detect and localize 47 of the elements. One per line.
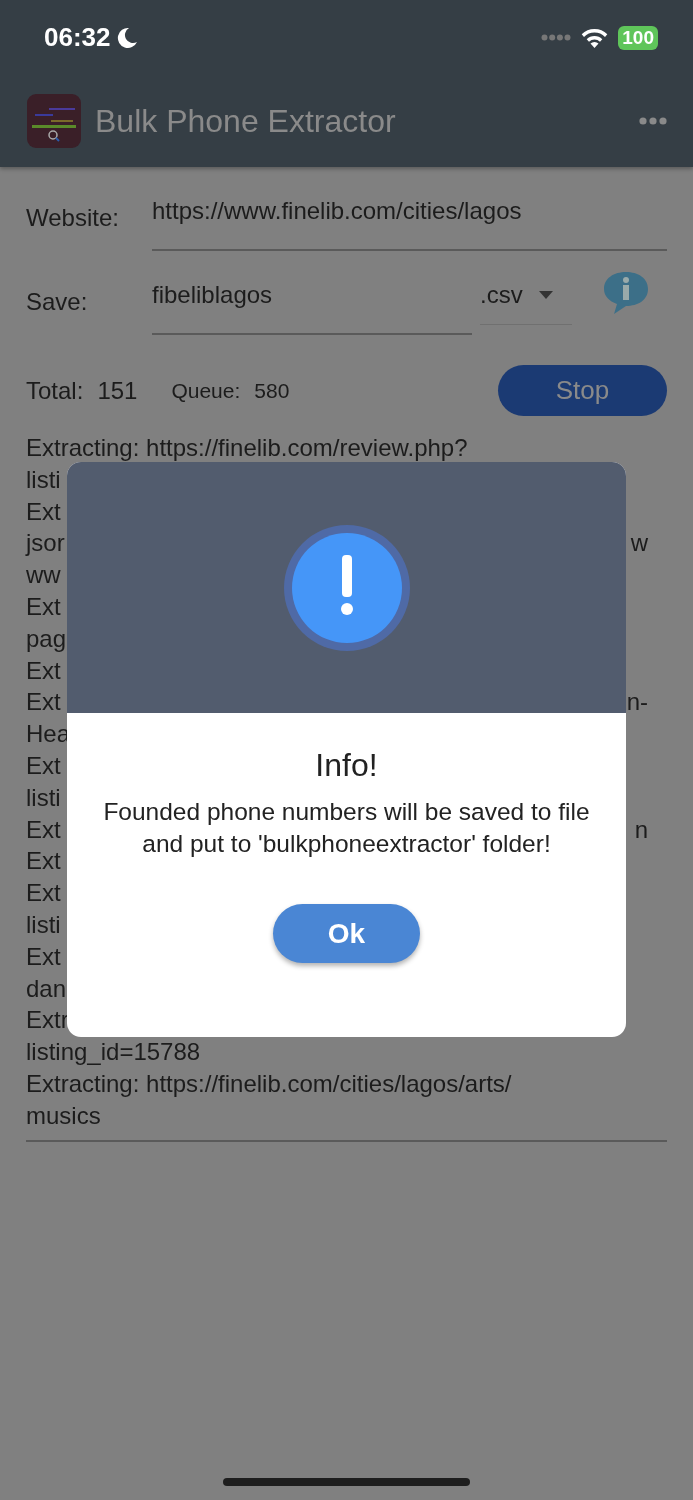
save-label: Save: [26,288,89,316]
log-line: Ext [26,878,61,909]
log-line: Ext [26,846,61,877]
caret-icon [538,291,553,299]
log-line: dan [26,973,67,1004]
log-line: listi [26,464,61,495]
dialog-title: Info! [315,747,378,784]
log-line: listi [26,909,61,940]
log-line: listi [26,782,61,813]
website-label: Website: [26,204,120,232]
log-line: n- [626,687,648,718]
ok-button[interactable]: Ok [273,904,420,963]
log-line: jsor [26,528,65,559]
log-line: listing_id=15788 [26,1037,201,1068]
log-line: w [630,528,648,559]
log-line: Ext [26,655,61,686]
log-line: Ext [26,941,61,972]
log-line: Ext [26,814,61,845]
app-title: Bulk Phone Extractor [95,102,397,140]
log-line: pag [26,623,67,654]
website-field[interactable]: https://www.finelib.com/cities/lagos [152,197,667,251]
log-line: Extr [26,1005,69,1036]
total-count: 151 [97,376,138,405]
format-dropdown[interactable]: .csv [480,281,572,325]
total-label: Total: [26,376,84,405]
log-line: musics [26,1100,101,1131]
stop-button[interactable]: Stop [498,365,667,416]
more-icon[interactable] [639,117,667,125]
clock-time: 06:32 [44,22,111,53]
log-line: Extracting: https://finelib.com/review.php? [26,433,468,463]
log-line: Extracting: https://finelib.com/cities/lagos/arts/ [26,1068,512,1099]
log-line: Ext [26,687,61,718]
queue-label: Queue: [171,378,241,403]
battery-level: 100 [622,26,654,48]
log-line: n [634,814,648,845]
log-line: Ext [26,592,61,622]
alert-icon [283,524,410,651]
queue-count: 580 [254,378,290,403]
dialog-message: Founded phone numbers will be saved to file and put to 'bulkphoneextractor' folder! [102,797,591,859]
log-line: Ext [26,750,61,781]
log-line: Ext [26,496,61,527]
filename-field[interactable]: fibeliblagos [152,281,472,335]
signal-icon [541,34,572,41]
wifi-icon [581,27,609,48]
log-line: ww [26,560,61,591]
app-logo-icon [27,94,81,148]
info-icon[interactable] [602,271,650,315]
